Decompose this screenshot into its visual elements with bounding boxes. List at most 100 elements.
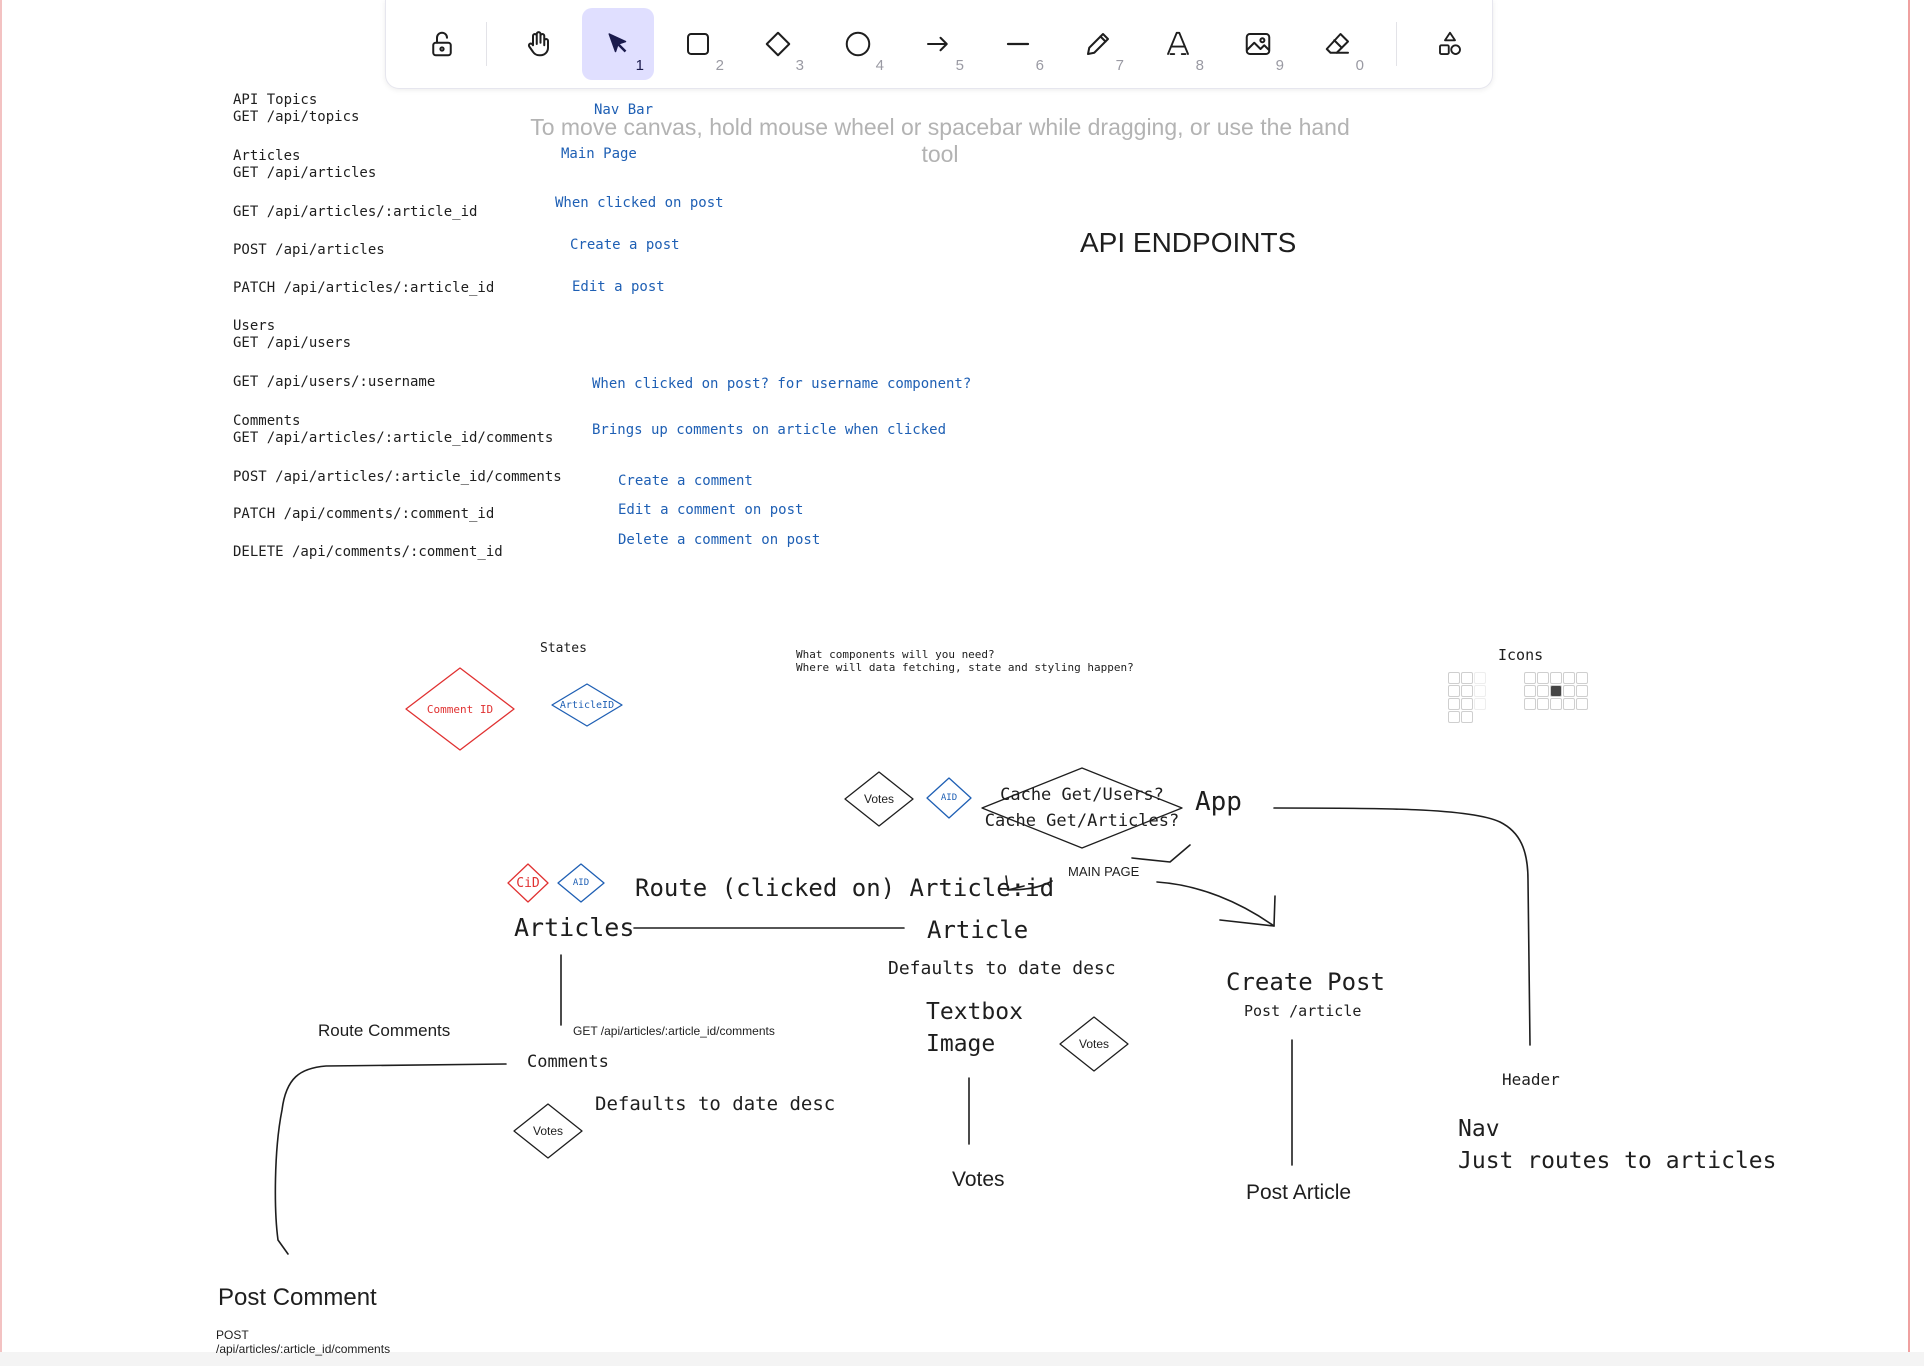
pencil-icon <box>1087 33 1109 55</box>
create-post-node[interactable]: Create Post <box>1226 968 1385 996</box>
endpoint-note[interactable]: When clicked on post <box>555 195 724 212</box>
endpoint-note[interactable]: Edit a post <box>572 279 665 296</box>
votes-label: Votes <box>532 1124 564 1138</box>
selection-tool[interactable]: 1 <box>582 8 654 80</box>
line-icon <box>1006 42 1030 46</box>
endpoint-item[interactable]: POST /api/articles <box>233 242 385 259</box>
textbox-image-node[interactable]: Textbox Image <box>926 996 1023 1060</box>
votes-node[interactable]: Votes <box>952 1168 1005 1193</box>
votes-comments-diamond[interactable]: Votes <box>512 1102 584 1160</box>
ellipse-icon <box>845 31 871 57</box>
hand-tool[interactable] <box>502 8 574 80</box>
article-id-diamond[interactable]: ArticleID <box>550 682 624 728</box>
endpoint-item[interactable]: PATCH /api/articles/:article_id <box>233 280 494 297</box>
votes-article-diamond[interactable]: Votes <box>1058 1015 1130 1073</box>
votes-top-diamond[interactable]: Votes <box>843 770 915 828</box>
line-tool[interactable]: 6 <box>982 8 1054 80</box>
comments-node[interactable]: Comments <box>527 1052 609 1072</box>
lock-tool[interactable] <box>406 8 478 80</box>
endpoint-item[interactable]: GET /api/articles/:article_id <box>233 204 477 221</box>
endpoint-item[interactable]: PATCH /api/comments/:comment_id <box>233 506 494 523</box>
canvas-right-edge <box>1908 0 1910 1366</box>
header-node[interactable]: Header <box>1502 1070 1560 1090</box>
shortcut-label: 6 <box>1035 57 1044 74</box>
endpoint-note[interactable]: Main Page <box>561 146 637 163</box>
endpoint-item[interactable]: Comments GET /api/articles/:article_id/c… <box>233 413 553 446</box>
cid-label: CiD <box>516 875 540 891</box>
endpoint-note[interactable]: When clicked on post? for username compo… <box>592 376 971 393</box>
toolbar-separator <box>486 22 487 66</box>
post-comment-node[interactable]: Post Comment <box>218 1284 377 1312</box>
shortcut-label: 7 <box>1115 57 1124 74</box>
shortcut-label: 0 <box>1355 57 1364 74</box>
endpoint-note[interactable]: Create a comment <box>618 473 753 490</box>
shortcut-label: 1 <box>635 57 644 74</box>
articles-node[interactable]: Articles <box>514 913 634 943</box>
shortcut-label: 5 <box>955 57 964 74</box>
eraser-tool[interactable]: 0 <box>1302 8 1374 80</box>
endpoint-note[interactable]: Edit a comment on post <box>618 502 803 519</box>
votes-label: Votes <box>863 792 895 806</box>
endpoint-note[interactable]: Create a post <box>570 237 680 254</box>
comment-id-diamond[interactable]: Comment ID <box>404 666 516 752</box>
article-default-sort[interactable]: Defaults to date desc <box>888 958 1116 979</box>
post-comment-endpoint[interactable]: POST /api/articles/:article_id/comments <box>216 1328 390 1356</box>
article-id-label: ArticleID <box>559 699 615 711</box>
endpoint-item[interactable]: GET /api/users/:username <box>233 374 435 391</box>
api-endpoints-heading[interactable]: API ENDPOINTS <box>1080 226 1296 259</box>
selection-icon <box>608 33 627 53</box>
toolbar-separator <box>1396 22 1397 66</box>
post-article-node[interactable]: Post Article <box>1246 1181 1351 1206</box>
app-node[interactable]: App <box>1195 787 1242 818</box>
lock-icon <box>432 31 452 57</box>
endpoint-item[interactable]: DELETE /api/comments/:comment_id <box>233 544 503 561</box>
endpoint-note[interactable]: Delete a comment on post <box>618 532 820 549</box>
text-tool[interactable]: 8 <box>1142 8 1214 80</box>
endpoint-note[interactable]: Brings up comments on article when click… <box>592 422 946 439</box>
votes-label: Votes <box>1078 1037 1110 1051</box>
image-icon <box>1245 33 1271 55</box>
shortcut-label: 9 <box>1275 57 1284 74</box>
cid-diamond[interactable]: CiD <box>506 862 550 904</box>
shortcut-label: 4 <box>875 57 884 74</box>
comments-default-sort[interactable]: Defaults to date desc <box>595 1093 835 1115</box>
shortcut-label: 8 <box>1195 57 1204 74</box>
aid-label: AID <box>940 793 958 803</box>
eraser-icon <box>1325 33 1349 54</box>
shortcut-label: 3 <box>795 57 804 74</box>
canvas-hint: To move canvas, hold mouse wheel or spac… <box>530 114 1350 167</box>
whiteboard-canvas[interactable]: 1 2 3 4 5 6 7 8 9 0 To move canvas, hold… <box>0 0 1924 1366</box>
aid-articles-diamond[interactable]: AID <box>556 862 606 904</box>
article-node[interactable]: Article <box>927 916 1028 944</box>
nav-node[interactable]: Nav Just routes to articles <box>1458 1114 1777 1177</box>
toolbar: 1 2 3 4 5 6 7 8 9 0 <box>385 0 1493 89</box>
endpoint-item[interactable]: Articles GET /api/articles <box>233 148 376 181</box>
comments-endpoint[interactable]: GET /api/articles/:article_id/comments <box>573 1024 775 1038</box>
cache-label: Cache Get/Users? Cache Get/Articles? <box>984 784 1180 831</box>
endpoint-item[interactable]: Users GET /api/users <box>233 318 351 351</box>
rectangle-tool[interactable]: 2 <box>662 8 734 80</box>
pencil-tool[interactable]: 7 <box>1062 8 1134 80</box>
icons-label[interactable]: Icons <box>1498 646 1543 665</box>
route-article-label[interactable]: Route (clicked on) Article:id <box>635 874 1054 902</box>
endpoint-item[interactable]: API Topics GET /api/topics <box>233 92 359 125</box>
aid-label: AID <box>572 878 590 888</box>
diamond-icon <box>765 31 791 57</box>
ellipse-tool[interactable]: 4 <box>822 8 894 80</box>
aid-top-diamond[interactable]: AID <box>925 776 973 820</box>
create-post-endpoint[interactable]: Post /article <box>1244 1002 1361 1021</box>
main-page-label[interactable]: MAIN PAGE <box>1068 864 1139 879</box>
image-tool[interactable]: 9 <box>1222 8 1294 80</box>
more-shapes-icon <box>1439 31 1461 55</box>
hand-icon <box>527 31 549 57</box>
route-comments-label[interactable]: Route Comments <box>318 1021 450 1041</box>
endpoint-note[interactable]: Nav Bar <box>594 102 653 119</box>
canvas-left-edge <box>0 0 2 1366</box>
more-shapes-tool[interactable] <box>1414 8 1486 80</box>
components-question[interactable]: What components will you need? Where wil… <box>796 648 1134 675</box>
states-label[interactable]: States <box>540 641 587 656</box>
cache-diamond[interactable]: Cache Get/Users? Cache Get/Articles? <box>980 766 1184 850</box>
arrow-tool[interactable]: 5 <box>902 8 974 80</box>
endpoint-item[interactable]: POST /api/articles/:article_id/comments <box>233 469 562 486</box>
diamond-tool[interactable]: 3 <box>742 8 814 80</box>
